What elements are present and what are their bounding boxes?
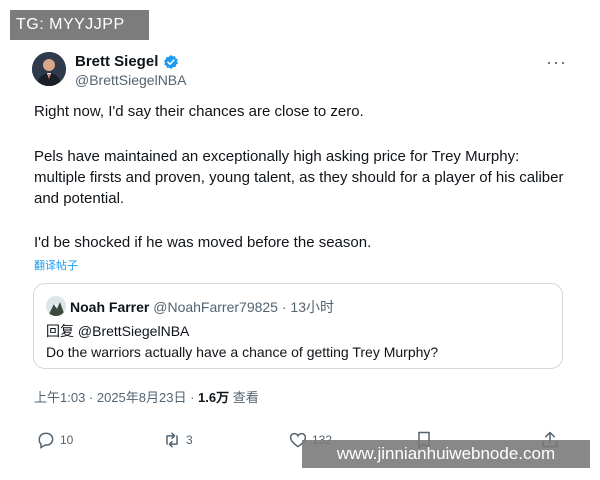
translate-post-link[interactable]: 翻译帖子 xyxy=(34,257,78,273)
author-handle[interactable]: @BrettSiegelNBA xyxy=(75,72,186,88)
reply-button[interactable]: 10 xyxy=(36,430,73,450)
site-watermark-banner: www.jinnianhuiwebnode.com xyxy=(302,440,590,468)
retweet-count: 3 xyxy=(186,433,193,447)
more-options-icon[interactable]: ··· xyxy=(546,52,567,73)
quote-text: Do the warriors actually have a chance o… xyxy=(46,344,439,360)
tweet-paragraph-1: Right now, I'd say their chances are clo… xyxy=(34,103,364,120)
tg-watermark-badge: TG: MYYJJPP xyxy=(10,10,149,40)
quote-avatar-icon xyxy=(46,296,66,316)
avatar-portrait-icon xyxy=(32,52,66,86)
quoted-tweet-card[interactable]: Noah Farrer @NoahFarrer79825 · 13小时 回复 @… xyxy=(33,283,563,369)
quote-header: Noah Farrer @NoahFarrer79825 · 13小时 xyxy=(70,297,334,317)
retweet-icon xyxy=(166,432,178,448)
reply-count: 10 xyxy=(60,433,74,447)
quote-author-name[interactable]: Noah Farrer xyxy=(70,299,149,315)
author-name-row: Brett Siegel xyxy=(75,53,179,70)
views-label: 查看 xyxy=(229,390,259,405)
quote-handle-time: @NoahFarrer79825 · 13小时 xyxy=(153,299,334,315)
retweet-button[interactable]: 3 xyxy=(162,430,193,450)
quote-reply-to: 回复 @BrettSiegelNBA xyxy=(46,323,190,339)
views-count: 1.6万 xyxy=(198,390,230,405)
author-name[interactable]: Brett Siegel xyxy=(75,53,158,70)
tweet-paragraph-3: I'd be shocked if he was moved before th… xyxy=(34,234,372,251)
tweet-paragraph-2: Pels have maintained an exceptionally hi… xyxy=(34,148,564,207)
author-avatar[interactable] xyxy=(32,52,66,86)
tweet-meta: 上午1:03 · 2025年8月23日 · 1.6万 查看 xyxy=(34,387,259,406)
quote-author-avatar[interactable] xyxy=(46,296,66,316)
verified-badge-icon xyxy=(164,54,179,69)
tweet-timestamp[interactable]: 上午1:03 · 2025年8月23日 · xyxy=(34,390,198,405)
reply-icon xyxy=(38,432,54,449)
